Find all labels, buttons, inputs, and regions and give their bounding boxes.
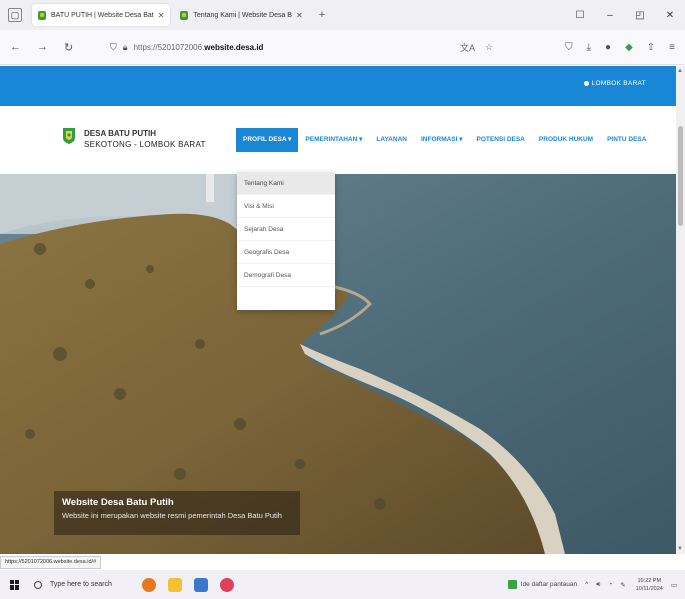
extension-icon[interactable]: ◆	[625, 42, 633, 53]
region-text: LOMBOK BARAT	[591, 80, 646, 87]
reload-icon[interactable]: ↻	[64, 41, 73, 54]
minimize-icon[interactable]: –	[595, 10, 625, 21]
news-icon[interactable]	[507, 580, 517, 589]
clock-time: 10:22 PM	[637, 577, 662, 584]
url-prefix: https://5201072006.	[133, 42, 205, 52]
page-scrollbar[interactable]: ▲ ▼	[676, 66, 685, 554]
lock-icon: 🔒︎	[122, 41, 128, 52]
hero-subtitle: Website ini merupakan website resmi peme…	[62, 511, 282, 520]
toolbar-right: ⛉ ⤓ ● ◆ ⇧ ≡	[551, 30, 675, 65]
menu-potensi-desa[interactable]: POTENSI DESA	[470, 128, 532, 152]
region-label[interactable]: LOMBOK BARAT	[583, 80, 646, 87]
dropdown-item-visi-misi[interactable]: Visi & Misi	[237, 195, 335, 218]
browser-tab[interactable]: Tentang Kami | Website Desa B ✕	[174, 4, 308, 26]
download-icon[interactable]: ⤓	[587, 42, 591, 53]
new-tab-button[interactable]: +	[319, 9, 325, 21]
file-explorer-icon[interactable]	[167, 577, 182, 592]
menu-profil-desa[interactable]: PROFIL DESA ▾	[236, 128, 299, 152]
back-icon[interactable]: ←	[10, 41, 21, 53]
tab-close-icon[interactable]: ✕	[296, 11, 303, 20]
brand-name: DESA BATU PUTIH	[84, 129, 156, 138]
close-window-icon[interactable]: ✕	[655, 10, 685, 21]
hero-caption: Website Desa Batu Putih Website ini meru…	[54, 491, 300, 535]
tab-close-icon[interactable]: ✕	[158, 11, 165, 20]
menu-icon[interactable]: ≡	[669, 42, 675, 53]
share-icon[interactable]: ⇧	[647, 42, 655, 53]
main-menu: PROFIL DESA ▾ PEMERINTAHAN ▾ LAYANAN INF…	[236, 128, 653, 152]
volume-icon[interactable]: 🔊︎	[596, 581, 600, 589]
notification-icon[interactable]: ▭	[671, 581, 677, 589]
browser-tab-strip: ▢ BATU PUTIH | Website Desa Bat ✕ Tentan…	[0, 0, 685, 30]
pen-icon[interactable]: ✎	[620, 581, 625, 589]
browser-navbar: ← → ↻ ⛉ 🔒︎ https://5201072006. website.d…	[0, 30, 685, 65]
tab-title: BATU PUTIH | Website Desa Bat	[51, 11, 154, 19]
menu-pemerintahan[interactable]: PEMERINTAHAN ▾	[298, 128, 369, 152]
site-header: DESA BATU PUTIH SEKOTONG - LOMBOK BARAT …	[0, 106, 676, 174]
hero-title: Website Desa Batu Putih	[62, 497, 174, 508]
bookmark-star-icon[interactable]: ☆	[485, 42, 493, 53]
store-icon[interactable]	[193, 577, 208, 592]
site-topbar: LOMBOK BARAT	[0, 66, 676, 106]
village-logo-icon[interactable]	[62, 127, 76, 145]
taskbar-search[interactable]: Type here to search	[34, 580, 112, 589]
forward-icon[interactable]: →	[37, 41, 48, 53]
site-favicon-icon	[38, 10, 46, 20]
clock[interactable]: 10:22 PM 10/11/2024	[636, 577, 663, 593]
status-url: https://5201072006.website.desa.id/#	[0, 556, 102, 569]
dropdown-item-tentang-kami[interactable]: Tentang Kami	[237, 172, 335, 195]
news-text[interactable]: Ide daftar pantauan	[521, 581, 577, 588]
url-host: website.desa.id	[204, 42, 264, 52]
address-actions: 文A ☆	[460, 30, 503, 65]
dropdown-item-geografis-desa[interactable]: Geografis Desa	[237, 241, 335, 264]
tab-title: Tentang Kami | Website Desa B	[193, 11, 292, 19]
profile-icon[interactable]: ●	[605, 42, 611, 53]
menu-informasi[interactable]: INFORMASI ▾	[414, 128, 470, 152]
address-bar[interactable]: ⛉ 🔒︎ https://5201072006. website.desa.id	[110, 34, 510, 60]
maximize-icon[interactable]: ◰	[625, 10, 655, 21]
window-controls: ☐ – ◰ ✕	[565, 0, 685, 30]
browser-tab-active[interactable]: BATU PUTIH | Website Desa Bat ✕	[32, 4, 171, 26]
dropdown-item-demografi-desa[interactable]: Demografi Desa	[237, 264, 335, 287]
taskbar-apps	[141, 577, 246, 592]
profil-desa-dropdown: Tentang Kami Visi & Misi Sejarah Desa Ge…	[237, 172, 335, 310]
site-favicon-icon	[180, 10, 189, 20]
menu-layanan[interactable]: LAYANAN	[369, 128, 414, 152]
pocket-icon[interactable]: ⛉	[565, 42, 573, 53]
search-icon	[34, 580, 42, 589]
location-pin-icon	[583, 81, 589, 86]
scroll-thumb[interactable]	[678, 126, 683, 226]
brand-subtitle: SEKOTONG - LOMBOK BARAT	[84, 140, 206, 149]
menu-produk-hukum[interactable]: PRODUK HUKUM	[532, 128, 600, 152]
site-brand[interactable]: DESA BATU PUTIH SEKOTONG - LOMBOK BARAT	[84, 129, 206, 149]
system-tray: Ide daftar pantauan ^ 🔊︎ ◔ ✎ 10:22 PM 10…	[507, 570, 677, 599]
pumpkin-widget-icon[interactable]	[141, 577, 156, 592]
clock-date: 10/11/2024	[635, 585, 663, 592]
windows-start-icon[interactable]	[10, 579, 20, 590]
translate-icon[interactable]: 文A	[460, 41, 475, 54]
tray-chevron-icon[interactable]: ^	[585, 581, 588, 588]
menu-pintu-desa[interactable]: PINTU DESA	[600, 128, 653, 152]
scroll-up-icon[interactable]: ▲	[677, 68, 683, 74]
restore-icon[interactable]: ☐	[565, 10, 595, 21]
shield-icon: ⛉	[110, 41, 117, 52]
scroll-down-icon[interactable]: ▼	[677, 546, 683, 552]
windows-taskbar: Type here to search Ide daftar pantauan …	[0, 570, 685, 599]
tab-list-icon[interactable]: ▢	[8, 8, 22, 22]
search-placeholder: Type here to search	[50, 581, 112, 588]
page-viewport: LOMBOK BARAT DESA BATU PUTIH SEKOTONG - …	[0, 66, 676, 554]
dropdown-item-sejarah-desa[interactable]: Sejarah Desa	[237, 218, 335, 241]
firefox-icon[interactable]	[219, 577, 234, 592]
network-icon[interactable]: ◔	[608, 581, 612, 588]
